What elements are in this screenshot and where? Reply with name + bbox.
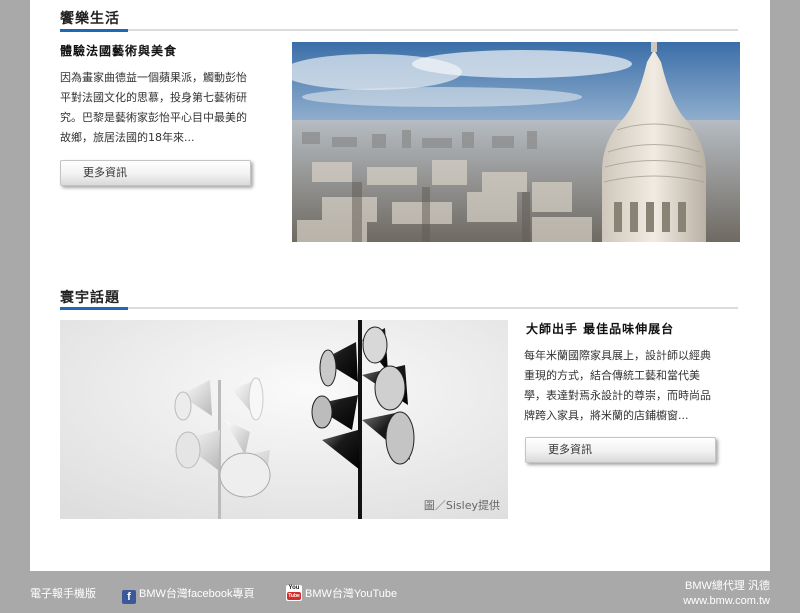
section-heading-lifestyle: 饗樂生活	[60, 11, 120, 27]
mobile-version-link[interactable]: 電子報手機版	[30, 585, 96, 601]
section-accent-bar	[60, 307, 128, 310]
section-divider	[60, 307, 738, 309]
dealer-name: BMW總代理 汎德	[685, 580, 770, 592]
dealer-website[interactable]: www.bmw.com.tw	[683, 594, 770, 609]
facebook-link-label: BMW台灣facebook專頁	[139, 588, 255, 600]
article-body-line: 究。巴黎是藝術家彭怡平心目中最美的	[60, 111, 247, 124]
lamp-design-photo[interactable]: 圖／Sisley提供	[60, 320, 508, 519]
article-body-line: 故鄉，旅居法國的18年來...	[60, 131, 195, 144]
article-body-line: 平對法國文化的思慕，投身第七藝術研	[60, 91, 247, 104]
article-body-line: 牌跨入家具，將米蘭的店鋪櫥窗...	[524, 409, 689, 422]
facebook-icon: f	[122, 590, 136, 604]
dealer-info: BMW總代理 汎德 www.bmw.com.tw	[683, 579, 770, 609]
newsletter-panel: 饗樂生活 體驗法國藝術與美食 因為畫家曲德益一個蘋果派，觸動彭怡 平對法國文化的…	[30, 0, 770, 571]
youtube-link-label: BMW台灣YouTube	[305, 588, 398, 600]
article-body-france: 因為畫家曲德益一個蘋果派，觸動彭怡 平對法國文化的思慕，投身第七藝術研 究。巴黎…	[60, 68, 275, 148]
more-info-button-france[interactable]: 更多資訊	[60, 160, 251, 186]
facebook-link[interactable]: f BMW台灣facebook專頁	[122, 585, 255, 604]
section-divider	[60, 29, 738, 31]
article-body-line: 每年米蘭國際家具展上，設計師以經典	[524, 349, 711, 362]
youtube-link[interactable]: You Tube BMW台灣YouTube	[286, 585, 397, 601]
article-body-line: 因為畫家曲德益一個蘋果派，觸動彭怡	[60, 71, 247, 84]
article-body-line: 重現的方式，結合傳統工藝和當代美	[524, 369, 700, 382]
article-title-france: 體驗法國藝術與美食	[60, 44, 178, 58]
article-title-milan: 大師出手 最佳品味伸展台	[526, 322, 675, 336]
section-heading-world: 寰宇話題	[60, 290, 120, 306]
youtube-icon: You Tube	[286, 585, 302, 601]
footer: 電子報手機版 f BMW台灣facebook專頁 You Tube BMW台灣YouT…	[0, 571, 800, 613]
article-body-line: 學，表達對焉永設計的尊崇，而時尚品	[524, 389, 711, 402]
photo-credit: 圖／Sisley提供	[423, 499, 500, 512]
section-accent-bar	[60, 29, 128, 32]
article-body-milan: 每年米蘭國際家具展上，設計師以經典 重現的方式，結合傳統工藝和當代美 學，表達對…	[524, 346, 739, 426]
more-info-button-milan[interactable]: 更多資訊	[525, 437, 716, 463]
paris-cityscape-photo[interactable]	[292, 42, 740, 242]
